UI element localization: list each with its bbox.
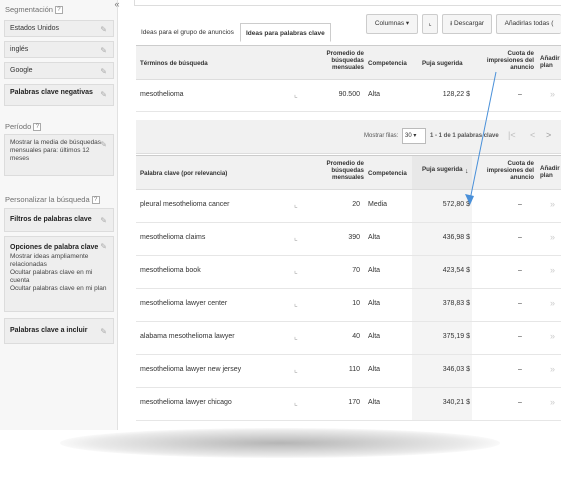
page-shadow: [60, 428, 500, 458]
annotation-arrow: [465, 71, 497, 205]
